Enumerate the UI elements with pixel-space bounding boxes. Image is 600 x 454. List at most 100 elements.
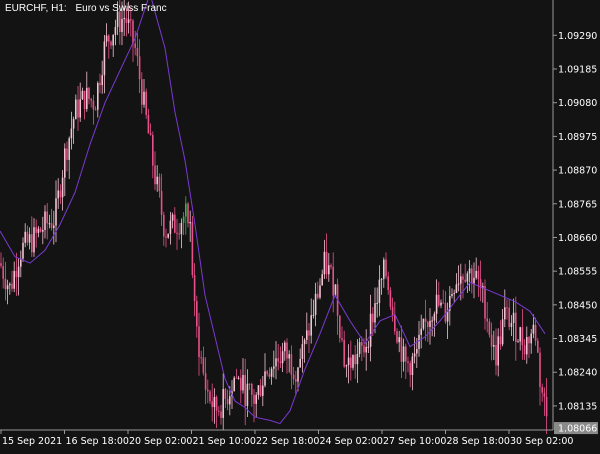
- time-tick-label: 16 Sep 18:00: [66, 436, 129, 447]
- candle-body: [202, 357, 205, 374]
- candle-body: [99, 82, 101, 86]
- price-tick-label: 1.09080: [558, 98, 597, 109]
- candle-body: [268, 373, 271, 377]
- candle-body: [389, 290, 392, 307]
- candle-body: [306, 330, 308, 340]
- price-tick-label: 1.08660: [558, 233, 597, 244]
- candle-body: [352, 354, 354, 368]
- candle-body: [402, 346, 405, 362]
- candle-body: [92, 100, 95, 110]
- candle-body: [275, 358, 277, 367]
- price-chart[interactable]: 1.09290 1.09185 1.09080 1.08975 1.08870 1.087…: [0, 0, 600, 450]
- candle-body: [475, 270, 477, 278]
- price-tick-label: 1.08975: [558, 132, 597, 143]
- candle-body: [70, 128, 73, 139]
- candle-body: [4, 278, 7, 290]
- candle-body: [253, 394, 255, 404]
- candle-body: [152, 134, 154, 166]
- candle-body: [303, 339, 306, 345]
- candle-body: [290, 354, 293, 375]
- price-tick-label: 1.08450: [558, 300, 597, 311]
- candle-body: [226, 398, 229, 405]
- candle-body: [0, 263, 2, 266]
- candle-body: [508, 307, 510, 327]
- candle-body: [358, 342, 361, 354]
- candle-body: [13, 270, 15, 289]
- price-tick-label: 1.08135: [558, 401, 597, 412]
- candle-body: [160, 190, 163, 215]
- candle-body: [279, 361, 282, 364]
- candle-body: [541, 386, 543, 393]
- candle-body: [55, 198, 57, 226]
- symbol-label: EURCHF, H1:: [5, 3, 67, 14]
- candle-body: [167, 233, 169, 238]
- candle-body: [517, 341, 519, 343]
- candle-body: [435, 294, 438, 314]
- candle-body: [251, 383, 253, 395]
- candle-body: [299, 358, 301, 368]
- candle-body: [343, 339, 345, 367]
- candle-body: [339, 315, 341, 339]
- candle-body: [193, 275, 196, 302]
- candle-body: [416, 349, 418, 354]
- candle-body: [347, 357, 350, 366]
- candle-body: [44, 211, 46, 230]
- candle-body: [295, 379, 297, 382]
- candle-body: [411, 356, 414, 376]
- candle-body: [112, 34, 114, 46]
- candle-body: [244, 374, 246, 407]
- candle-body: [147, 114, 150, 134]
- candle-body: [323, 251, 326, 275]
- candle-body: [499, 336, 502, 345]
- candle-body: [125, 18, 128, 23]
- candle-body: [378, 279, 381, 303]
- candle-body: [361, 342, 363, 346]
- candle-body: [264, 371, 266, 386]
- chart-title: EURCHF, H1: Euro vs Swiss Franc: [5, 3, 173, 14]
- candle-body: [42, 229, 44, 232]
- price-tick-label: 1.08870: [558, 166, 597, 177]
- candle-body: [97, 82, 99, 110]
- candle-body: [471, 268, 473, 284]
- candle-body: [75, 99, 77, 120]
- candle-body: [444, 303, 447, 322]
- candle-body: [534, 324, 537, 341]
- candle-body: [495, 345, 497, 366]
- candle-body: [519, 327, 521, 342]
- candle-body: [189, 222, 191, 224]
- candle-body: [424, 318, 427, 322]
- candle-body: [413, 353, 416, 357]
- candle-body: [521, 327, 524, 346]
- candle-body: [66, 148, 68, 160]
- candle-body: [314, 293, 317, 315]
- candle-body: [61, 177, 64, 198]
- candle-body: [165, 236, 167, 238]
- candle-body: [149, 133, 152, 135]
- candle-body: [543, 392, 546, 397]
- candle-body: [158, 176, 161, 191]
- candle-body: [356, 353, 359, 365]
- price-tick-label: 1.08765: [558, 199, 597, 210]
- candle-body: [301, 344, 304, 359]
- candle-body: [363, 345, 365, 353]
- candle-body: [209, 391, 211, 402]
- candle-body: [530, 333, 532, 344]
- candle-body: [242, 374, 244, 391]
- time-tick-label: 28 Sep 18:00: [447, 436, 510, 447]
- candle-body: [15, 270, 18, 278]
- candle-body: [220, 411, 222, 418]
- candle-body: [545, 396, 548, 417]
- candle-body: [325, 251, 328, 275]
- candle-body: [180, 222, 183, 235]
- candle-body: [488, 321, 491, 335]
- candle-body: [248, 383, 251, 385]
- candle-body: [532, 324, 535, 334]
- candle-body: [422, 318, 425, 329]
- candle-body: [169, 220, 172, 234]
- candle-body: [145, 91, 147, 115]
- candle-body: [367, 346, 370, 348]
- chart-window[interactable]: 1.09290 1.09185 1.09080 1.08975 1.08870 1.087…: [0, 0, 600, 450]
- price-tick-label: 1.08555: [558, 267, 597, 278]
- candle-body: [512, 312, 515, 324]
- candle-body: [319, 285, 321, 298]
